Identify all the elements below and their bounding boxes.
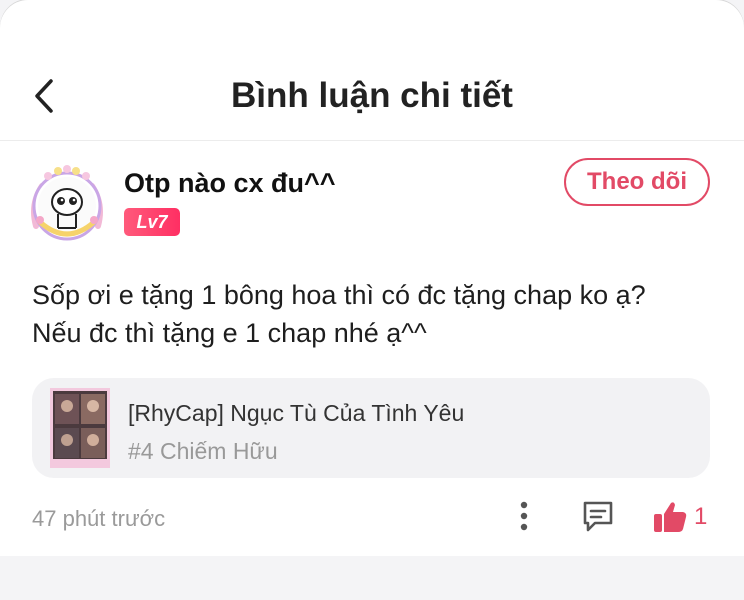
comment-line-2: Nếu đc thì tặng e 1 chap nhé ạ^^	[32, 318, 427, 348]
screen: Bình luận chi tiết Otp nào cx đu^^ Lv7 T…	[0, 0, 744, 600]
follow-button[interactable]: Theo dõi	[564, 158, 710, 206]
story-chapter: #4 Chiếm Hữu	[128, 438, 278, 464]
level-badge: Lv7	[124, 208, 180, 236]
avatar[interactable]	[28, 164, 106, 246]
vertical-dots-icon	[520, 501, 528, 531]
like-button[interactable]: 1	[652, 496, 716, 538]
story-cover-image	[50, 388, 110, 468]
more-options-button[interactable]	[510, 496, 538, 536]
header: Bình luận chi tiết	[0, 54, 744, 141]
thumbs-up-icon	[654, 502, 687, 532]
avatar-image	[31, 165, 103, 241]
comment-icon	[583, 501, 613, 532]
comment-line-1: Sốp ơi e tặng 1 bông hoa thì có đc tặng …	[32, 280, 646, 310]
comment-detail-sheet: Bình luận chi tiết Otp nào cx đu^^ Lv7 T…	[0, 0, 744, 556]
username[interactable]: Otp nào cx đu^^	[124, 168, 336, 199]
like-count: 1	[694, 503, 708, 530]
page-title: Bình luận chi tiết	[231, 76, 513, 115]
comment-text: Sốp ơi e tặng 1 bông hoa thì có đc tặng …	[32, 276, 722, 352]
story-title: [RhyCap] Ngục Tù Của Tình Yêu	[128, 400, 465, 426]
story-card[interactable]: [RhyCap] Ngục Tù Của Tình Yêu #4 Chiếm H…	[32, 378, 710, 478]
comment-timestamp: 47 phút trước	[32, 506, 166, 531]
reply-button[interactable]	[578, 496, 618, 536]
